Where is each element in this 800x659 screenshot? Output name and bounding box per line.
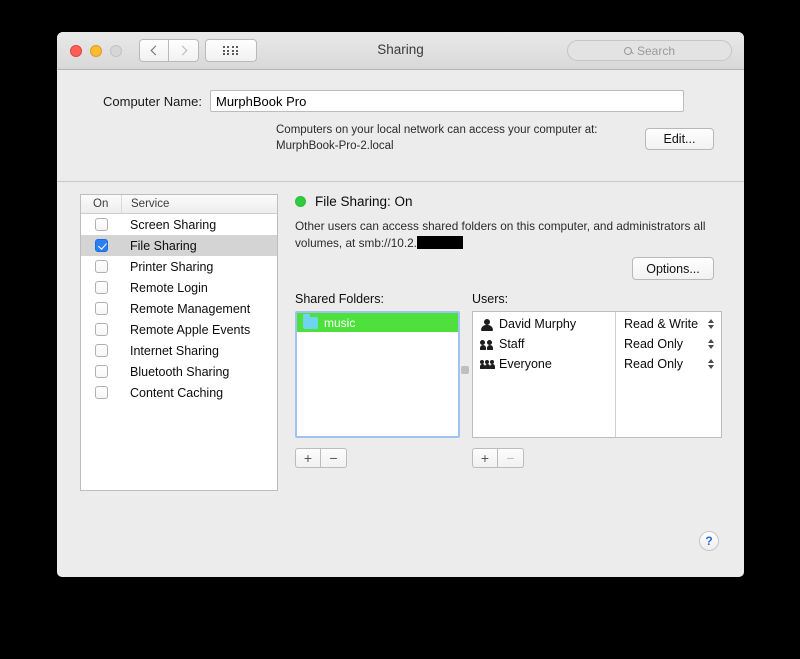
sharing-body: On Service Screen Sharing File Sharing Pri… <box>57 182 744 577</box>
person-icon <box>480 318 494 331</box>
shared-folders-label: Shared Folders: <box>295 292 384 306</box>
user-name: David Murphy <box>499 317 577 331</box>
service-row-file-sharing[interactable]: File Sharing <box>81 235 277 256</box>
shared-folders-add-remove: + − <box>295 448 347 468</box>
service-checkbox-cell <box>81 239 121 252</box>
service-checkbox-cell <box>81 260 121 273</box>
service-checkbox[interactable] <box>94 344 108 357</box>
computer-name-panel: Computer Name: Computers on your local n… <box>57 70 744 182</box>
user-row[interactable]: Everyone <box>473 354 615 374</box>
sharing-preferences-window: Sharing Search Computer Name: Computers … <box>57 32 744 577</box>
chevron-updown-icon <box>708 359 714 369</box>
user-permission-column: Read & Write Read Only Read Only <box>616 312 721 437</box>
service-rows: Screen Sharing File Sharing Printer Sharin… <box>81 214 277 403</box>
window-titlebar: Sharing Search <box>57 32 744 70</box>
service-row-bluetooth-sharing[interactable]: Bluetooth Sharing <box>81 361 277 382</box>
users-label: Users: <box>472 292 509 306</box>
service-checkbox[interactable] <box>94 281 108 294</box>
service-row-remote-login[interactable]: Remote Login <box>81 277 277 298</box>
user-name: Everyone <box>499 357 552 371</box>
service-checkbox[interactable] <box>94 323 108 336</box>
service-row-remote-management[interactable]: Remote Management <box>81 298 277 319</box>
service-name: File Sharing <box>130 238 197 253</box>
service-checkbox-cell <box>81 386 121 399</box>
service-name: Remote Apple Events <box>130 322 251 337</box>
computer-name-row: Computer Name: <box>57 90 744 112</box>
column-header-on: On <box>93 198 109 210</box>
shared-folder-item[interactable]: music <box>297 313 458 332</box>
shared-folder-rows: music <box>297 313 458 332</box>
edit-button[interactable]: Edit... <box>645 128 714 150</box>
service-name: Printer Sharing <box>130 259 214 274</box>
users-add-remove: + − <box>472 448 524 468</box>
service-table-header: On Service <box>81 195 277 214</box>
options-button[interactable]: Options... <box>632 257 714 280</box>
three-people-icon <box>480 358 495 371</box>
user-row[interactable]: Staff <box>473 334 615 354</box>
redacted-ip-bar <box>416 236 463 249</box>
hostname-value: MurphBook-Pro-2.local <box>276 140 394 152</box>
permission-value: Read & Write <box>624 317 699 331</box>
service-checkbox-cell <box>81 344 121 357</box>
service-checkbox-cell <box>81 218 121 231</box>
service-checkbox[interactable] <box>94 260 108 273</box>
users-list[interactable]: David Murphy Staff Everyone Read & Write Re… <box>472 311 722 438</box>
search-icon <box>623 46 632 55</box>
service-checkbox-cell <box>81 302 121 315</box>
user-name: Staff <box>499 337 525 351</box>
service-name: Content Caching <box>130 385 224 400</box>
file-sharing-status: File Sharing: On <box>295 194 413 209</box>
help-button[interactable]: ? <box>699 531 719 551</box>
service-name: Remote Login <box>130 280 208 295</box>
computer-name-label: Computer Name: <box>103 93 202 109</box>
permission-popup[interactable]: Read Only <box>616 334 721 354</box>
permission-popup[interactable]: Read & Write <box>616 314 721 334</box>
service-checkbox-cell <box>81 281 121 294</box>
service-checkbox[interactable] <box>94 365 108 378</box>
service-checkbox[interactable] <box>94 218 108 231</box>
column-header-service: Service <box>121 195 277 213</box>
chevron-updown-icon <box>708 319 714 329</box>
shared-folders-list[interactable]: music <box>295 311 460 438</box>
user-name-column: David Murphy Staff Everyone <box>473 312 616 437</box>
search-placeholder: Search <box>636 43 676 58</box>
remove-shared-folder-button[interactable]: − <box>321 448 347 468</box>
description-text: Other users can access shared folders on… <box>295 219 706 250</box>
service-row-printer-sharing[interactable]: Printer Sharing <box>81 256 277 277</box>
service-checkbox[interactable] <box>94 239 108 252</box>
service-table: On Service Screen Sharing File Sharing Pri… <box>80 194 278 491</box>
status-indicator-icon <box>295 196 306 207</box>
service-name: Screen Sharing <box>130 217 217 232</box>
add-user-button[interactable]: + <box>472 448 498 468</box>
permission-popup[interactable]: Read Only <box>616 354 721 374</box>
service-name: Bluetooth Sharing <box>130 364 230 379</box>
service-checkbox[interactable] <box>94 386 108 399</box>
service-row-screen-sharing[interactable]: Screen Sharing <box>81 214 277 235</box>
service-row-content-caching[interactable]: Content Caching <box>81 382 277 403</box>
chevron-updown-icon <box>708 339 714 349</box>
service-row-internet-sharing[interactable]: Internet Sharing <box>81 340 277 361</box>
shared-folder-name: music <box>324 315 356 330</box>
service-checkbox-cell <box>81 365 121 378</box>
folder-icon <box>303 313 318 329</box>
search-input[interactable]: Search <box>567 40 732 61</box>
permission-value: Read Only <box>624 357 684 371</box>
remove-user-button[interactable]: − <box>498 448 524 468</box>
permission-value: Read Only <box>624 337 684 351</box>
service-checkbox[interactable] <box>94 302 108 315</box>
service-checkbox-cell <box>81 323 121 336</box>
file-sharing-description: Other users can access shared folders on… <box>295 218 715 252</box>
service-name: Internet Sharing <box>130 343 219 358</box>
service-row-remote-apple-events[interactable]: Remote Apple Events <box>81 319 277 340</box>
computer-name-field[interactable] <box>209 90 684 112</box>
status-label: File Sharing: On <box>315 194 413 209</box>
two-people-icon <box>480 338 494 351</box>
service-name: Remote Management <box>130 301 251 316</box>
hostname-info: Computers on your local network can acce… <box>276 122 598 154</box>
hostname-info-line1: Computers on your local network can acce… <box>276 124 598 136</box>
add-shared-folder-button[interactable]: + <box>295 448 321 468</box>
split-resize-handle[interactable] <box>461 366 469 374</box>
user-row[interactable]: David Murphy <box>473 314 615 334</box>
